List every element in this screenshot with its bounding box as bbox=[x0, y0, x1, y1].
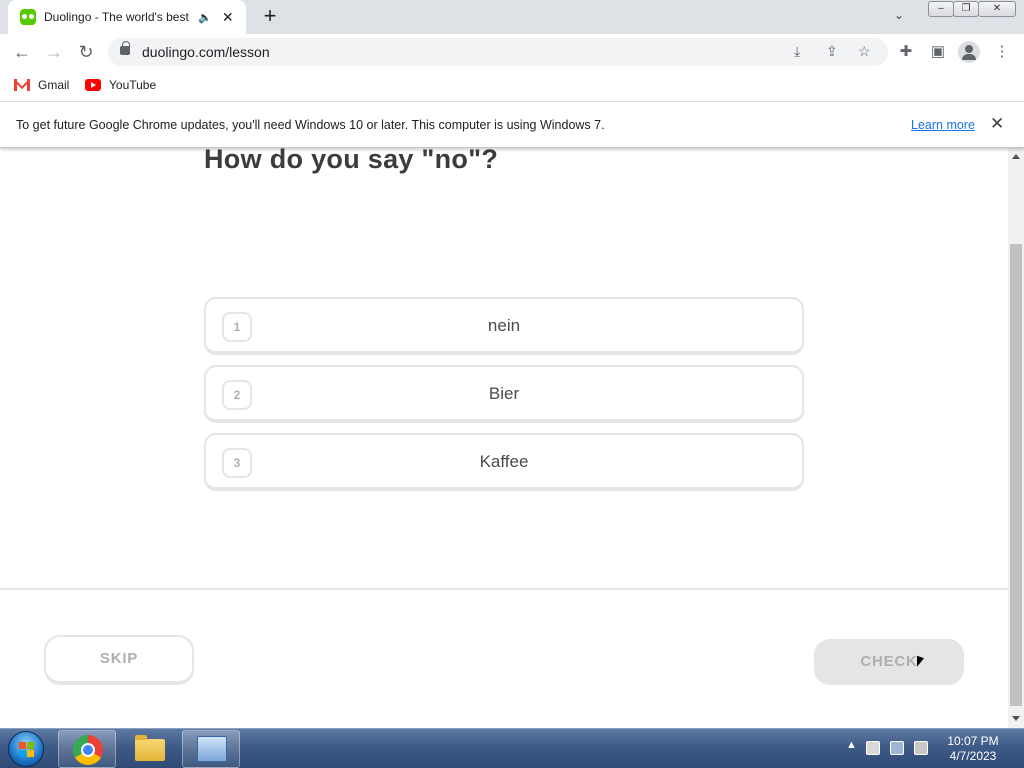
address-bar[interactable]: duolingo.com/lesson ⤓ ⇪ ☆ bbox=[108, 38, 888, 66]
scroll-up-arrow-icon[interactable] bbox=[1012, 154, 1020, 159]
minimize-button[interactable]: ‒ bbox=[928, 1, 954, 17]
install-icon[interactable]: ⤓ bbox=[794, 43, 800, 60]
choice-option-3[interactable]: 3 Kaffee bbox=[204, 433, 804, 491]
share-icon[interactable]: ⇪ bbox=[826, 43, 838, 60]
tab-duolingo[interactable]: Duolingo - The world's best 🔈 ✕ bbox=[8, 0, 246, 34]
taskbar-control-panel[interactable] bbox=[182, 730, 240, 768]
folder-icon bbox=[135, 735, 165, 761]
lock-icon[interactable] bbox=[120, 41, 130, 55]
audio-icon[interactable]: 🔈 bbox=[198, 11, 212, 24]
clock-date: 4/7/2023 bbox=[949, 749, 997, 763]
side-panel-icon[interactable]: ▣ bbox=[928, 42, 948, 62]
star-icon[interactable]: ☆ bbox=[858, 43, 871, 60]
profile-icon[interactable] bbox=[958, 41, 980, 63]
bookmark-youtube-label: YouTube bbox=[109, 78, 157, 92]
windows-taskbar: ▲ 10:07 PM 4/7/2023 bbox=[0, 728, 1024, 768]
question-heading: How do you say "no"? bbox=[204, 148, 499, 174]
bookmark-gmail-label: Gmail bbox=[38, 78, 70, 92]
page-scrollbar[interactable] bbox=[1008, 148, 1024, 728]
tab-title: Duolingo - The world's best bbox=[44, 10, 189, 24]
forward-arrow-icon[interactable]: → bbox=[42, 40, 66, 64]
tab-strip: Duolingo - The world's best 🔈 ✕ + ⌄ ‒ ❐ … bbox=[0, 0, 1024, 34]
taskbar-chrome[interactable] bbox=[58, 730, 116, 768]
browser-toolbar: ← → ↻ duolingo.com/lesson ⤓ ⇪ ☆ ✚ ▣ ⋮ bbox=[0, 34, 1024, 70]
learn-more-link[interactable]: Learn more bbox=[911, 118, 975, 132]
skip-button[interactable]: SKIP bbox=[44, 635, 194, 685]
scrollbar-thumb[interactable] bbox=[1010, 244, 1022, 706]
bookmarks-bar: Gmail YouTube bbox=[0, 70, 1024, 102]
tray-expand-icon[interactable]: ▲ bbox=[846, 739, 857, 751]
taskbar-explorer[interactable] bbox=[120, 730, 178, 768]
windows-start-icon[interactable] bbox=[8, 731, 44, 767]
duolingo-favicon-icon bbox=[20, 9, 36, 25]
network-icon[interactable] bbox=[890, 741, 904, 755]
gmail-icon bbox=[14, 79, 30, 91]
new-tab-button[interactable]: + bbox=[258, 5, 282, 29]
back-arrow-icon[interactable]: ← bbox=[10, 40, 34, 64]
close-tab-icon[interactable]: ✕ bbox=[220, 9, 236, 26]
windows-flag-icon bbox=[19, 742, 35, 758]
youtube-icon bbox=[85, 79, 101, 91]
close-window-button[interactable]: ✕ bbox=[978, 1, 1016, 17]
choice-text: nein bbox=[487, 316, 521, 335]
update-infobar: To get future Google Chrome updates, you… bbox=[0, 103, 1024, 148]
restore-button[interactable]: ❐ bbox=[953, 1, 979, 17]
clock-time: 10:07 PM bbox=[947, 734, 999, 748]
bookmark-youtube[interactable]: YouTube bbox=[85, 78, 156, 92]
taskbar-clock[interactable]: 10:07 PM 4/7/2023 bbox=[940, 734, 1006, 764]
choice-text: Bier bbox=[488, 384, 520, 403]
choice-option-1[interactable]: 1 nein bbox=[204, 297, 804, 355]
scroll-down-arrow-icon[interactable] bbox=[1012, 716, 1020, 721]
volume-muted-icon[interactable] bbox=[914, 741, 928, 755]
infobar-close-icon[interactable]: ✕ bbox=[990, 114, 1004, 134]
infobar-message: To get future Google Chrome updates, you… bbox=[16, 118, 605, 132]
bookmark-gmail[interactable]: Gmail bbox=[14, 78, 69, 92]
control-panel-icon bbox=[197, 736, 227, 762]
choice-text: Kaffee bbox=[479, 452, 529, 471]
lesson-page: How do you say "no"? 1 nein 2 Bier 3 Kaf… bbox=[0, 148, 1008, 728]
tab-search-chevron-down-icon[interactable]: ⌄ bbox=[894, 8, 904, 22]
chrome-icon bbox=[73, 735, 103, 765]
action-center-icon[interactable] bbox=[866, 741, 880, 755]
check-button[interactable]: CHECK bbox=[814, 639, 964, 685]
extensions-icon[interactable]: ✚ bbox=[896, 42, 916, 62]
reload-icon[interactable]: ↻ bbox=[74, 40, 98, 64]
menu-icon[interactable]: ⋮ bbox=[992, 42, 1012, 62]
mouse-cursor-icon bbox=[917, 655, 924, 670]
footer-divider bbox=[0, 588, 1008, 590]
choice-option-2[interactable]: 2 Bier bbox=[204, 365, 804, 423]
url-text[interactable]: duolingo.com/lesson bbox=[142, 44, 270, 60]
